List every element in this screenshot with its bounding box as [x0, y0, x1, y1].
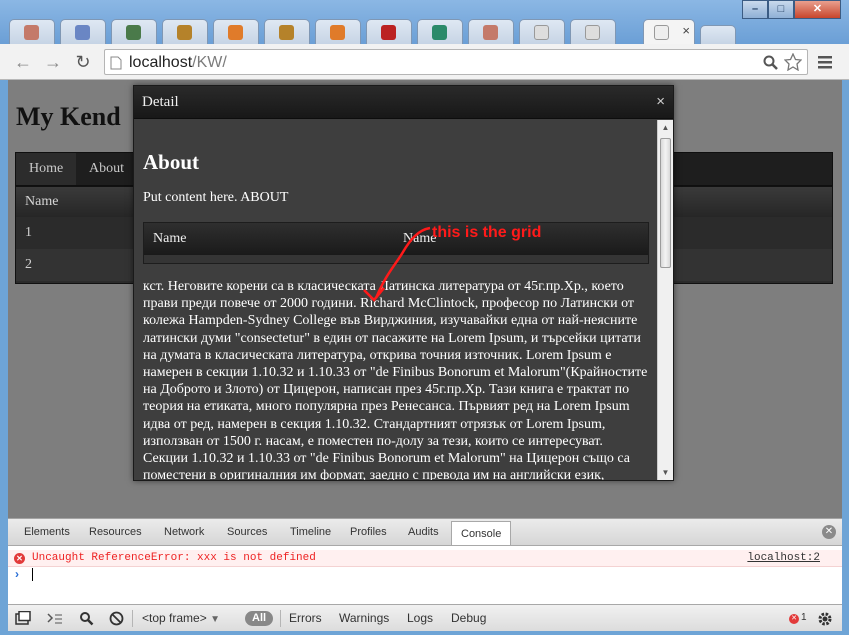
browser-tab-active[interactable]: × [643, 19, 695, 45]
browser-tab-11[interactable] [519, 19, 565, 44]
scroll-up-arrow-icon[interactable]: ▲ [658, 120, 673, 135]
plus-box-icon [432, 25, 447, 40]
asterisk-icon [279, 25, 294, 40]
console-drawer-icon[interactable] [47, 612, 63, 625]
close-icon[interactable]: × [656, 93, 665, 110]
browser-tab-6[interactable] [264, 19, 310, 44]
people-icon [483, 25, 498, 40]
window-titlebar[interactable]: Detail × [134, 86, 673, 119]
browser-tab-4[interactable] [162, 19, 208, 44]
tab-network[interactable]: Network [164, 526, 204, 538]
browser-tab-2[interactable] [60, 19, 106, 44]
annotation-label: this is the grid [432, 224, 542, 241]
window-scrollbar[interactable]: ▲ ▼ [657, 120, 673, 480]
bird-icon [381, 25, 396, 40]
browser-tab-8[interactable] [366, 19, 412, 44]
error-source-link[interactable]: localhost:2 [747, 552, 820, 564]
back-arrow-icon[interactable]: ← [12, 51, 34, 73]
tab-profiles[interactable]: Profiles [350, 526, 387, 538]
window-close-button[interactable]: ✕ [794, 0, 841, 19]
console-error-row: ✕ Uncaught ReferenceError: xxx is not de… [8, 550, 842, 567]
divider [280, 610, 281, 627]
tab-resources[interactable]: Resources [89, 526, 142, 538]
frame-select-value: <top frame> [142, 611, 207, 625]
minimize-button[interactable]: – [742, 0, 768, 19]
divider [132, 610, 133, 627]
menu-item-home[interactable]: Home [16, 153, 77, 185]
grid-header-name-1[interactable]: Name [153, 231, 186, 247]
stack-icon [330, 25, 345, 40]
browser-tab-strip: × – □ ✕ [0, 0, 849, 45]
maximize-button[interactable]: □ [768, 0, 794, 19]
chevron-down-icon: ▼ [210, 614, 220, 625]
gear-icon[interactable] [817, 611, 833, 627]
page-icon [534, 25, 549, 40]
text-caret [32, 568, 33, 581]
dock-icon[interactable] [15, 611, 31, 626]
error-icon: ✕ [14, 553, 25, 564]
prompt-chevron-icon: › [15, 567, 19, 581]
devtools-tabbar: Elements Resources Network Sources Timel… [8, 519, 842, 546]
stack-icon [228, 25, 243, 40]
devtools-panel: Elements Resources Network Sources Timel… [8, 518, 842, 631]
browser-toolbar: ← → ↻ localhost/KW/ [0, 44, 849, 80]
new-tab-button[interactable] [700, 25, 736, 44]
error-count[interactable]: 1 [801, 612, 807, 623]
tab-sources[interactable]: Sources [227, 526, 267, 538]
url-text: localhost/KW/ [129, 54, 227, 72]
browser-tab-10[interactable] [468, 19, 514, 44]
filter-logs[interactable]: Logs [407, 610, 433, 627]
tab-close-icon[interactable]: × [682, 23, 690, 38]
devtools-statusbar: <top frame> ▼ All Errors Warnings Logs D… [8, 604, 842, 631]
browser-tab-3[interactable] [111, 19, 157, 44]
people-icon [24, 25, 39, 40]
tab-audits[interactable]: Audits [408, 526, 439, 538]
tab-elements[interactable]: Elements [24, 526, 70, 538]
browser-tab-7[interactable] [315, 19, 361, 44]
menu-icon[interactable] [818, 55, 832, 69]
window-title: Detail [142, 94, 179, 110]
frame-select[interactable]: <top frame> ▼ [142, 610, 220, 627]
annotation-arrow-icon [363, 226, 431, 302]
browser-tab-9[interactable] [417, 19, 463, 44]
devtools-close-icon[interactable]: ✕ [822, 525, 836, 539]
zoom-icon[interactable] [763, 55, 779, 71]
page-icon [585, 25, 600, 40]
url-host: localhost [129, 54, 193, 71]
tab-timeline[interactable]: Timeline [290, 526, 331, 538]
about-intro-text: Put content here. ABOUT [143, 190, 289, 205]
menu-item-about[interactable]: About [76, 153, 137, 185]
page-icon [654, 25, 669, 40]
browser-tab-12[interactable] [570, 19, 616, 44]
clear-console-icon[interactable] [109, 611, 124, 626]
reload-icon[interactable]: ↻ [72, 51, 94, 73]
page-title: My Kend [16, 102, 121, 131]
filter-all[interactable]: All [245, 611, 274, 626]
code-brackets-icon [126, 25, 141, 40]
filter-warnings[interactable]: Warnings [339, 610, 389, 627]
filter-errors[interactable]: Errors [289, 610, 322, 627]
browser-tab-1[interactable] [9, 19, 55, 44]
url-path: /KW/ [192, 54, 227, 71]
page-icon [110, 56, 122, 70]
address-bar[interactable]: localhost/KW/ [104, 49, 808, 75]
tab-console[interactable]: Console [451, 521, 512, 545]
error-message: Uncaught ReferenceError: xxx is not defi… [32, 552, 316, 564]
page-viewport: My Kend Home About Name 1 2 Detail × Abo… [8, 80, 842, 518]
scrollbar-thumb[interactable] [660, 138, 671, 268]
scroll-down-arrow-icon[interactable]: ▼ [658, 465, 673, 480]
about-heading: About [143, 150, 200, 174]
asterisk-icon [177, 25, 192, 40]
coffee-cup-icon [75, 25, 90, 40]
filter-debug[interactable]: Debug [451, 610, 486, 627]
forward-arrow-icon[interactable]: → [42, 51, 64, 73]
error-count-icon: ✕ [789, 614, 799, 624]
browser-tab-5[interactable] [213, 19, 259, 44]
search-icon[interactable] [79, 611, 94, 626]
bookmark-star-icon[interactable] [784, 53, 802, 71]
console-prompt[interactable]: › [8, 567, 842, 584]
